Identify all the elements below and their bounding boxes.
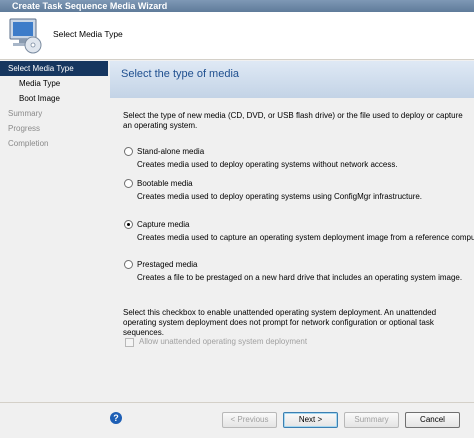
wizard-content: Select the type of media Select the type…: [108, 61, 474, 402]
window-title: Create Task Sequence Media Wizard: [12, 1, 168, 11]
step-select-media-type: Select Media Type: [0, 61, 108, 76]
previous-button[interactable]: < Previous: [222, 412, 277, 428]
cancel-button[interactable]: Cancel: [405, 412, 460, 428]
header-title: Select Media Type: [53, 29, 123, 39]
wizard-footer: ? < Previous Next > Summary Cancel: [0, 402, 474, 438]
computer-media-icon: [9, 18, 42, 54]
step-summary: Summary: [8, 109, 43, 118]
bootable-media-description: Creates media used to deploy operating s…: [137, 192, 423, 201]
page-description: Select the type of new media (CD, DVD, o…: [123, 111, 463, 130]
prestaged-media-description: Creates a file to be prestaged on a new …: [137, 273, 463, 282]
unattended-checkbox: [125, 338, 134, 347]
prestaged-media-radio[interactable]: [124, 260, 133, 269]
capture-media-radio[interactable]: [124, 220, 133, 229]
title-bar: Create Task Sequence Media Wizard: [0, 0, 474, 12]
step-completion: Completion: [8, 139, 49, 148]
page-banner: Select the type of media: [110, 61, 474, 98]
step-boot-image: Boot Image: [19, 94, 60, 103]
bootable-media-radio[interactable]: [124, 179, 133, 188]
stand-alone-media-label[interactable]: Stand-alone media: [137, 146, 204, 157]
stand-alone-media-radio[interactable]: [124, 147, 133, 156]
stand-alone-media-description: Creates media used to deploy operating s…: [137, 160, 398, 169]
wizard-header: Select Media Type: [0, 12, 474, 60]
capture-media-label[interactable]: Capture media: [137, 219, 189, 230]
step-media-type: Media Type: [19, 79, 61, 88]
unattended-checkbox-label: Allow unattended operating system deploy…: [139, 337, 308, 346]
next-button[interactable]: Next >: [283, 412, 338, 428]
summary-button[interactable]: Summary: [344, 412, 399, 428]
bootable-media-label[interactable]: Bootable media: [137, 178, 193, 189]
wizard-steps-sidebar: Select Media Type Media Type Boot Image …: [0, 61, 108, 438]
capture-media-description: Creates media used to capture an operati…: [137, 233, 474, 242]
help-icon[interactable]: ?: [110, 412, 122, 424]
page-title: Select the type of media: [121, 68, 240, 80]
prestaged-media-label[interactable]: Prestaged media: [137, 259, 197, 270]
unattended-note: Select this checkbox to enable unattende…: [123, 308, 437, 337]
step-progress: Progress: [8, 124, 41, 133]
